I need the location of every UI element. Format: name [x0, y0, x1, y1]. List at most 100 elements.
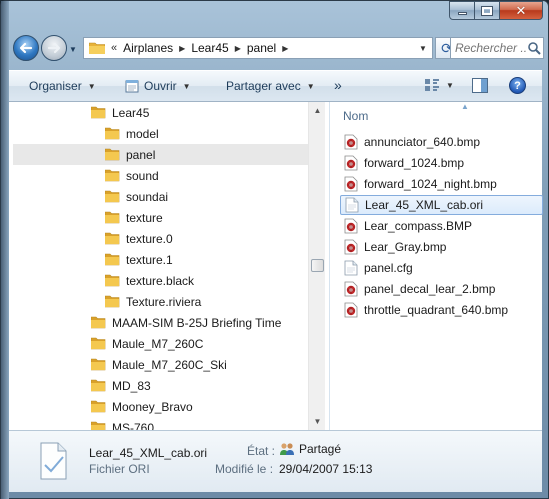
tree-item-label: texture	[126, 210, 163, 225]
tree-item[interactable]: texture.black	[13, 270, 308, 291]
folder-icon	[105, 169, 120, 182]
search-input[interactable]	[455, 41, 527, 55]
maximize-icon	[481, 5, 493, 16]
folder-icon	[105, 127, 120, 140]
details-state-text: Partagé	[299, 442, 342, 456]
close-icon: ✕	[515, 2, 527, 18]
share-with-button[interactable]: Partager avec ▼	[226, 79, 315, 93]
overflow-chevron-icon[interactable]: «	[111, 42, 117, 54]
file-item[interactable]: forward_1024.bmp	[340, 153, 543, 173]
file-item-label: Lear_45_XML_cab.ori	[365, 198, 484, 212]
column-header-label: Nom	[343, 109, 369, 123]
tree-item-label: texture.black	[126, 273, 195, 288]
close-button[interactable]: ✕	[500, 1, 543, 20]
tree-item-label: Maule_M7_260C_Ski	[112, 357, 227, 372]
change-view-button[interactable]: ▼	[424, 78, 454, 92]
bitmap-file-icon	[344, 134, 358, 150]
search-icon[interactable]	[527, 41, 541, 55]
tree-item[interactable]: texture.1	[13, 249, 308, 270]
notepad-icon	[125, 80, 139, 93]
tree-item-label: MS-760	[112, 420, 155, 431]
tree-item[interactable]: MS-760	[13, 417, 308, 430]
file-item[interactable]: panel.cfg	[340, 258, 543, 278]
file-item[interactable]: annunciator_640.bmp	[340, 132, 543, 152]
navigation-scrollbar[interactable]: ▲ ▼	[308, 102, 325, 430]
details-file-type: Fichier ORI	[89, 462, 150, 476]
folder-icon	[105, 295, 120, 308]
scrollbar-thumb[interactable]	[311, 259, 324, 272]
share-with-label: Partager avec	[226, 79, 301, 93]
address-dropdown-icon[interactable]: ▼	[414, 38, 432, 58]
details-pane: Lear_45_XML_cab.ori Fichier ORI État : P…	[9, 430, 542, 492]
tree-item[interactable]: soundai	[13, 186, 308, 207]
address-bar[interactable]: « Airplanes ▶ Lear45 ▶ panel ▶ ▼	[83, 37, 433, 59]
open-label: Ouvrir	[144, 79, 177, 93]
chevron-down-icon: ▼	[306, 81, 315, 91]
tree-item[interactable]: Maule_M7_260C	[13, 333, 308, 354]
tree-item[interactable]: Texture.riviera	[13, 291, 308, 312]
breadcrumb-lear45[interactable]: Lear45	[191, 41, 228, 55]
forward-button[interactable]	[41, 35, 67, 61]
scroll-down-icon[interactable]: ▼	[309, 413, 326, 430]
open-button[interactable]: Ouvrir ▼	[125, 79, 191, 93]
file-document-icon	[40, 442, 67, 480]
help-button[interactable]: ?	[509, 77, 526, 94]
tree-item[interactable]: sound	[13, 165, 308, 186]
preview-pane-button[interactable]	[472, 78, 488, 93]
search-box[interactable]	[450, 37, 544, 59]
history-dropdown-icon[interactable]: ▼	[69, 45, 77, 54]
organiser-button[interactable]: Organiser ▼	[29, 79, 96, 93]
caption-buttons: ✕	[449, 1, 543, 21]
folder-icon	[105, 232, 120, 245]
bitmap-file-icon	[344, 302, 358, 318]
bitmap-file-icon	[344, 239, 358, 255]
bitmap-file-icon	[344, 176, 358, 192]
breadcrumb-airplanes[interactable]: Airplanes	[123, 41, 173, 55]
file-item[interactable]: forward_1024_night.bmp	[340, 174, 543, 194]
file-item[interactable]: Lear_Gray.bmp	[340, 237, 543, 257]
breadcrumb-separator-icon[interactable]: ▶	[235, 44, 241, 53]
file-item[interactable]: panel_decal_lear_2.bmp	[340, 279, 543, 299]
minimize-button[interactable]	[449, 1, 475, 20]
tree-item[interactable]: model	[13, 123, 308, 144]
more-commands-button[interactable]: »	[334, 77, 342, 93]
tree-item[interactable]: panel	[13, 144, 308, 165]
shared-users-icon	[280, 443, 294, 455]
chevron-down-icon: ▼	[182, 81, 191, 91]
tree-item[interactable]: Mooney_Bravo	[13, 396, 308, 417]
details-modified-value: 29/04/2007 15:13	[279, 462, 373, 476]
minimize-icon	[457, 12, 467, 15]
tree-item[interactable]: Maule_M7_260C_Ski	[13, 354, 308, 375]
file-item[interactable]: throttle_quadrant_640.bmp	[340, 300, 543, 320]
content-area: Lear45 model panel sound soundai texture textu…	[9, 102, 543, 430]
file-list-pane: ▲ Nom annunciator_640.bmp forward_1024.bm…	[329, 102, 543, 430]
tree-item[interactable]: texture	[13, 207, 308, 228]
organiser-label: Organiser	[29, 79, 82, 93]
view-options-icon	[425, 79, 439, 91]
tree-item[interactable]: texture.0	[13, 228, 308, 249]
chevron-down-icon: ▼	[87, 81, 96, 91]
tree-item[interactable]: MAAM-SIM B-25J Briefing Time	[13, 312, 308, 333]
document-file-icon	[344, 260, 358, 276]
folder-icon	[105, 274, 120, 287]
tree-item-label: soundai	[126, 189, 169, 204]
breadcrumb-separator-icon[interactable]: ▶	[179, 44, 185, 53]
breadcrumb-separator-icon[interactable]: ▶	[282, 44, 288, 53]
tree-item-label: texture.0	[126, 231, 173, 246]
breadcrumb-panel[interactable]: panel	[247, 41, 276, 55]
file-item[interactable]: Lear_compass.BMP	[340, 216, 543, 236]
maximize-button[interactable]	[475, 1, 500, 20]
folder-icon	[105, 253, 120, 266]
sort-ascending-icon: ▲	[461, 102, 469, 111]
folder-icon	[91, 337, 106, 350]
back-button[interactable]	[13, 35, 39, 61]
bitmap-file-icon	[344, 155, 358, 171]
file-item[interactable]: Lear_45_XML_cab.ori	[340, 195, 543, 215]
tree-item[interactable]: MD_83	[13, 375, 308, 396]
more-commands-icon: »	[334, 77, 342, 93]
column-header-name[interactable]: ▲ Nom	[330, 102, 543, 128]
scroll-up-icon[interactable]: ▲	[309, 102, 326, 119]
forward-arrow-icon	[47, 42, 61, 54]
bitmap-file-icon	[344, 281, 358, 297]
tree-item[interactable]: Lear45	[13, 102, 308, 123]
